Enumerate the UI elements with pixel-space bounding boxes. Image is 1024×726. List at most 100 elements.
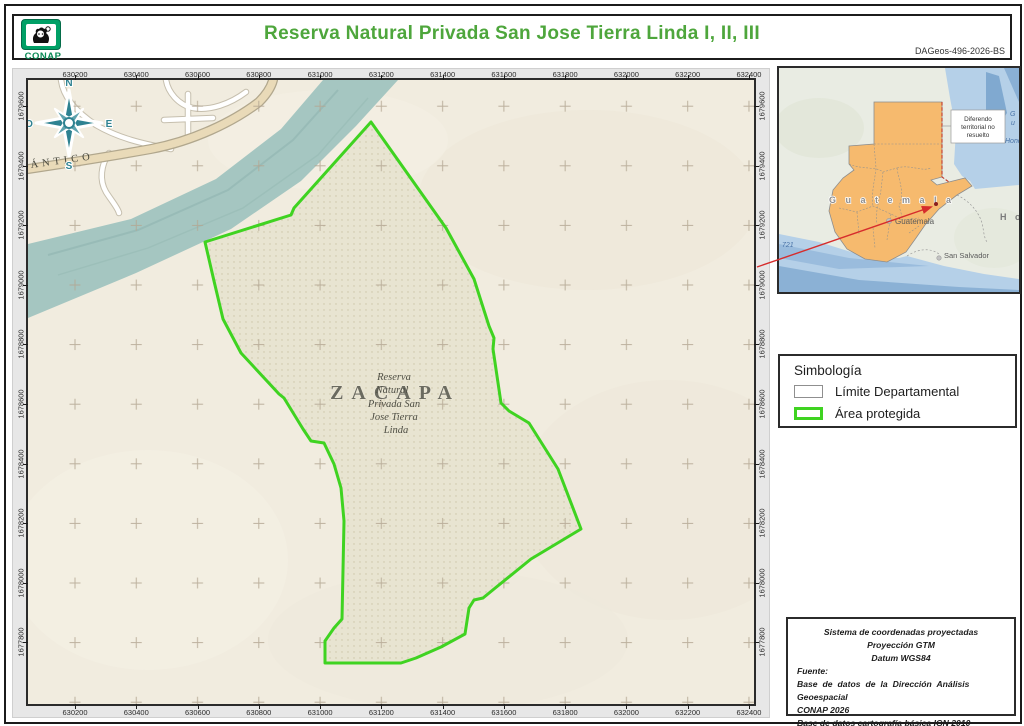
x-axis-tick-top [259, 75, 260, 80]
x-axis-label-bottom: 631400 [430, 708, 455, 717]
honduras-label-fragment: H o [1000, 212, 1019, 222]
header: CONAP Reserva Natural Privada San Jose T… [12, 14, 1012, 60]
svg-text:u: u [1011, 120, 1015, 127]
main-map: ÁNTICO ZACAPA Reserva Natural Privada Sa… [28, 80, 754, 704]
svg-text:resuelto: resuelto [967, 132, 990, 139]
legend-item-protected-area: Área protegida [794, 405, 920, 421]
legend: Simbología Límite Departamental Área pro… [778, 354, 1017, 428]
route-number-label: 721 [782, 242, 794, 249]
san-salvador-label: San Salvador [944, 251, 990, 260]
inset-locator-map: Diferendo territorial no resuelto G u a … [777, 66, 1021, 294]
page-title: Reserva Natural Privada San Jose Tierra … [74, 23, 950, 45]
x-axis-label-bottom: 630800 [246, 708, 271, 717]
x-axis-tick-top [688, 75, 689, 80]
projection-line: Proyección GTM [797, 639, 1005, 652]
x-axis-label-bottom: 632200 [675, 708, 700, 717]
monkey-icon [28, 25, 54, 45]
svg-text:Diferendo: Diferendo [964, 116, 992, 123]
compass-e: E [106, 119, 113, 130]
x-axis-label-bottom: 631000 [308, 708, 333, 717]
svg-text:G: G [1010, 111, 1016, 118]
territorial-dispute-callout: Diferendo territorial no resuelto [942, 110, 1005, 143]
document-code: DAGeos-496-2026-BS [915, 46, 1005, 56]
y-axis-tick-right [754, 404, 759, 405]
x-axis-tick-top [504, 75, 505, 80]
x-axis-tick-bottom [443, 704, 444, 709]
x-axis-tick-top [75, 75, 76, 80]
san-salvador-dot [937, 256, 941, 260]
legend-item-departmental-boundary: Límite Departamental [794, 383, 959, 399]
svg-text:Natural: Natural [375, 385, 409, 396]
x-axis-tick-top [320, 75, 321, 80]
x-axis-tick-bottom [320, 704, 321, 709]
inset-map-svg: Diferendo territorial no resuelto G u a … [779, 68, 1019, 292]
x-axis-tick-top [443, 75, 444, 80]
source-line-2: CONAP 2026 [797, 704, 1005, 717]
map-coordinate-band: ÁNTICO ZACAPA Reserva Natural Privada Sa… [12, 68, 770, 718]
x-axis-label-bottom: 632000 [614, 708, 639, 717]
conap-logo: CONAP [21, 19, 65, 59]
svg-text:Reserva: Reserva [376, 372, 411, 383]
x-axis-tick-bottom [749, 704, 750, 709]
y-axis-tick-right [754, 285, 759, 286]
x-axis-label-bottom: 630600 [185, 708, 210, 717]
country-label: G u a t e m a l a [829, 195, 955, 205]
x-axis-tick-bottom [198, 704, 199, 709]
protected-area-swatch [794, 407, 823, 420]
y-axis-tick-right [754, 106, 759, 107]
credits-box: Sistema de coordenadas proyectadas Proye… [786, 617, 1016, 716]
compass-n: N [65, 80, 72, 89]
svg-text:Hond: Hond [1005, 138, 1019, 145]
y-axis-tick-left [23, 106, 28, 107]
source-line-3: Base de datos cartografía básica IGN 201… [797, 717, 1005, 726]
x-axis-label-bottom: 631800 [553, 708, 578, 717]
x-axis-tick-bottom [688, 704, 689, 709]
source-label: Fuente: [797, 665, 1005, 678]
y-axis-tick-left [23, 523, 28, 524]
y-axis-tick-right [754, 166, 759, 167]
legend-title: Simbología [794, 363, 862, 378]
svg-text:territorial no: territorial no [961, 124, 995, 131]
y-axis-tick-left [23, 642, 28, 643]
datum-line: Datum WGS84 [797, 652, 1005, 665]
svg-text:Jose Tierra: Jose Tierra [370, 412, 418, 423]
x-axis-tick-top [626, 75, 627, 80]
conap-logo-text: CONAP [21, 51, 65, 62]
capital-city-label: Guatemala [895, 217, 935, 226]
y-axis-tick-right [754, 225, 759, 226]
svg-text:Privada San: Privada San [367, 399, 420, 410]
x-axis-tick-bottom [136, 704, 137, 709]
y-axis-tick-left [23, 225, 28, 226]
svg-text:Linda: Linda [383, 425, 409, 436]
x-axis-tick-top [565, 75, 566, 80]
x-axis-tick-bottom [259, 704, 260, 709]
coordinate-system-line: Sistema de coordenadas proyectadas [797, 626, 1005, 639]
y-axis-tick-left [23, 344, 28, 345]
x-axis-tick-top [136, 75, 137, 80]
x-axis-tick-bottom [565, 704, 566, 709]
y-axis-tick-left [23, 166, 28, 167]
compass-s: S [66, 161, 73, 172]
x-axis-tick-top [198, 75, 199, 80]
y-axis-tick-right [754, 583, 759, 584]
compass-o: O [28, 119, 33, 130]
y-axis-tick-right [754, 344, 759, 345]
y-axis-tick-right [754, 642, 759, 643]
x-axis-label-bottom: 630200 [62, 708, 87, 717]
x-axis-tick-bottom [381, 704, 382, 709]
x-axis-tick-bottom [75, 704, 76, 709]
x-axis-label-bottom: 631600 [491, 708, 516, 717]
y-axis-tick-left [23, 404, 28, 405]
map-frame: ÁNTICO ZACAPA Reserva Natural Privada Sa… [26, 78, 756, 706]
x-axis-tick-top [749, 75, 750, 80]
conap-logo-icon [21, 19, 61, 50]
source-line-1: Base de datos de la Dirección Análisis G… [797, 678, 1005, 704]
x-axis-label-bottom: 631200 [369, 708, 394, 717]
x-axis-tick-bottom [504, 704, 505, 709]
x-axis-label-bottom: 632400 [736, 708, 761, 717]
y-axis-tick-left [23, 464, 28, 465]
y-axis-tick-left [23, 583, 28, 584]
guatemala-city-dot [886, 218, 891, 223]
map-sheet: CONAP Reserva Natural Privada San Jose T… [0, 0, 1024, 726]
departmental-boundary-swatch [794, 385, 823, 398]
